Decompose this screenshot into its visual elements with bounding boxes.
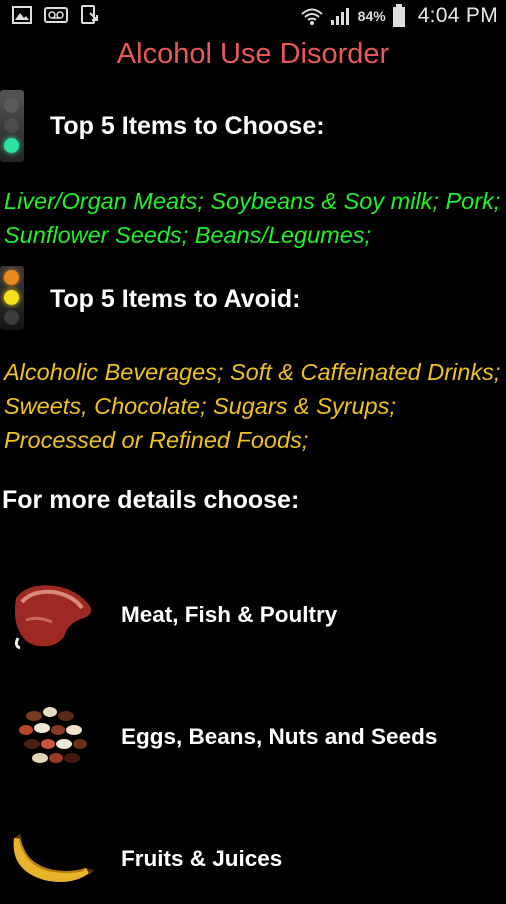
category-label: Eggs, Beans, Nuts and Seeds [121,724,438,749]
banana-icon [13,834,94,882]
page-title: Alcohol Use Disorder [116,38,390,70]
avoid-heading: Top 5 Items to Avoid: [50,285,301,313]
choose-heading: Top 5 Items to Choose: [50,112,325,140]
battery-percent: 84% [357,8,386,24]
more-details-heading: For more details choose: [2,486,300,514]
gallery-notification-icon [12,6,32,24]
green-traffic-light-icon [0,90,24,162]
signal-icon [330,8,349,25]
category-eggs-beans-nuts-seeds[interactable]: Eggs, Beans, Nuts and Seeds [0,688,506,784]
wifi-icon [300,8,323,25]
category-label: Meat, Fish & Poultry [121,602,338,627]
category-label: Fruits & Juices [121,846,283,871]
meat-icon [14,585,92,650]
status-bar: 84% 4:04 PM [0,0,506,34]
battery-icon [392,4,405,27]
yellow-traffic-light-icon [0,266,24,330]
download-notification-icon [81,5,98,24]
avoid-items-text: Alcoholic Beverages; Soft & Caffeinated … [4,359,501,453]
beans-icon [19,707,87,763]
choose-items-text: Liver/Organ Meats; Soybeans & Soy milk; … [4,188,501,248]
voicemail-notification-icon [44,7,68,23]
category-fruits-juices[interactable]: Fruits & Juices [0,808,506,904]
category-meat-fish-poultry[interactable]: Meat, Fish & Poultry [0,566,506,662]
clock: 4:04 PM [417,4,498,27]
